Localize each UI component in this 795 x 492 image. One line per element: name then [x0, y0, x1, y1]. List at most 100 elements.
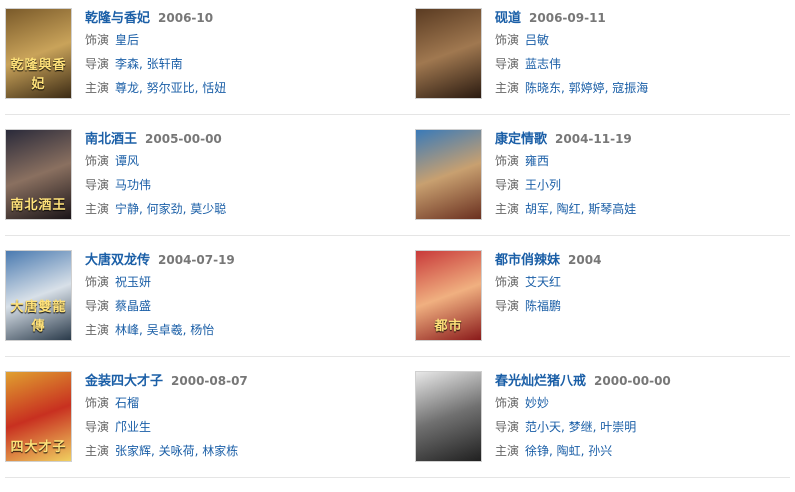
director-line: 导演 王小列: [495, 174, 795, 197]
role-label: 饰演: [495, 33, 520, 47]
title-line: 砚道 2006-09-11: [495, 8, 795, 28]
role-name-link[interactable]: 谭风: [115, 154, 139, 168]
role-line: 饰演 石榴: [85, 392, 385, 415]
poster-image[interactable]: [415, 129, 482, 220]
drama-title-link[interactable]: 南北酒王: [85, 132, 137, 147]
director-label: 导演: [495, 57, 520, 71]
drama-info: 都市俏辣妹 2004 饰演 艾天红 导演 陈福鹏: [495, 250, 795, 342]
drama-grid: 乾隆與香妃 乾隆与香妃 2006-10 饰演 皇后 导演 李森, 张轩南 主演 尊龙, …: [0, 0, 795, 482]
cast-line: 主演 宁静, 何家劲, 莫少聪: [85, 198, 385, 221]
release-date: 2004-11-19: [555, 132, 632, 146]
director-line: 导演 蓝志伟: [495, 53, 795, 76]
cast-label: 主演: [495, 81, 520, 95]
drama-title-link[interactable]: 康定情歌: [495, 132, 547, 147]
release-date: 2004: [568, 253, 602, 267]
drama-card: 乾隆與香妃 乾隆与香妃 2006-10 饰演 皇后 导演 李森, 张轩南 主演 尊龙, …: [5, 8, 385, 108]
drama-card: 大唐雙龍傳 大唐双龙传 2004-07-19 饰演 祝玉妍 导演 蔡晶盛 主演 林峰, …: [5, 250, 385, 350]
cast-links[interactable]: 胡军, 陶红, 斯琴高娃: [525, 202, 636, 216]
poster-image[interactable]: [415, 371, 482, 462]
director-line: 导演 蔡晶盛: [85, 295, 385, 318]
release-date: 2000-00-00: [594, 374, 671, 388]
poster-fill: [416, 372, 481, 461]
poster-image[interactable]: 四大才子: [5, 371, 72, 462]
director-links[interactable]: 蔡晶盛: [115, 299, 151, 313]
role-name-link[interactable]: 祝玉妍: [115, 275, 151, 289]
poster-title-art: 四大才子: [10, 440, 67, 455]
cast-line: 主演 林峰, 吴卓羲, 杨怡: [85, 319, 385, 342]
drama-info: 春光灿烂猪八戒 2000-00-00 饰演 妙妙 导演 范小天, 梦继, 叶崇明 主演…: [495, 371, 795, 463]
role-line: 饰演 艾天红: [495, 271, 795, 294]
drama-card: 都市 都市俏辣妹 2004 饰演 艾天红 导演 陈福鹏: [415, 250, 795, 350]
poster-image[interactable]: 乾隆與香妃: [5, 8, 72, 99]
release-date: 2006-09-11: [529, 11, 606, 25]
poster-image[interactable]: 南北酒王: [5, 129, 72, 220]
title-line: 大唐双龙传 2004-07-19: [85, 250, 385, 270]
director-links[interactable]: 陈福鹏: [525, 299, 561, 313]
drama-row: 南北酒王 南北酒王 2005-00-00 饰演 谭风 导演 马功伟 主演 宁静, 何家劲…: [0, 129, 795, 250]
director-line: 导演 马功伟: [85, 174, 385, 197]
drama-title-link[interactable]: 春光灿烂猪八戒: [495, 374, 586, 389]
row-divider: [5, 114, 790, 115]
role-label: 饰演: [495, 275, 520, 289]
cast-links[interactable]: 陈晓东, 郭婷婷, 寇振海: [525, 81, 648, 95]
poster-image[interactable]: [415, 8, 482, 99]
cast-line: 主演 张家辉, 关咏荷, 林家栋: [85, 440, 385, 463]
row-divider: [5, 477, 790, 478]
director-links[interactable]: 邝业生: [115, 420, 151, 434]
role-label: 饰演: [85, 396, 110, 410]
drama-title-link[interactable]: 砚道: [495, 11, 521, 26]
cast-links[interactable]: 宁静, 何家劲, 莫少聪: [115, 202, 226, 216]
poster-title-art: 南北酒王: [10, 198, 67, 213]
director-links[interactable]: 王小列: [525, 178, 561, 192]
role-line: 饰演 皇后: [85, 29, 385, 52]
role-line: 饰演 谭风: [85, 150, 385, 173]
role-name-link[interactable]: 雍西: [525, 154, 549, 168]
poster-image[interactable]: 都市: [415, 250, 482, 341]
role-name-link[interactable]: 石榴: [115, 396, 139, 410]
poster-title-art: 大唐雙龍傳: [10, 300, 67, 334]
drama-info: 砚道 2006-09-11 饰演 吕敏 导演 蓝志伟 主演 陈晓东, 郭婷婷, 寇振海: [495, 8, 795, 100]
cast-line: 主演 尊龙, 努尔亚比, 恬妞: [85, 77, 385, 100]
role-name-link[interactable]: 艾天红: [525, 275, 561, 289]
drama-row: 乾隆與香妃 乾隆与香妃 2006-10 饰演 皇后 导演 李森, 张轩南 主演 尊龙, …: [0, 8, 795, 129]
director-label: 导演: [85, 57, 110, 71]
drama-info: 康定情歌 2004-11-19 饰演 雍西 导演 王小列 主演 胡军, 陶红, 斯琴高娃: [495, 129, 795, 221]
director-links[interactable]: 范小天, 梦继, 叶崇明: [525, 420, 636, 434]
release-date: 2004-07-19: [158, 253, 235, 267]
director-links[interactable]: 李森, 张轩南: [115, 57, 183, 71]
director-label: 导演: [495, 420, 520, 434]
cast-label: 主演: [85, 202, 110, 216]
cast-links[interactable]: 张家辉, 关咏荷, 林家栋: [115, 444, 238, 458]
drama-title-link[interactable]: 都市俏辣妹: [495, 253, 560, 268]
row-divider: [5, 356, 790, 357]
drama-card: 康定情歌 2004-11-19 饰演 雍西 导演 王小列 主演 胡军, 陶红, 斯琴高娃: [415, 129, 795, 229]
cast-links[interactable]: 徐铮, 陶虹, 孙兴: [525, 444, 612, 458]
title-line: 春光灿烂猪八戒 2000-00-00: [495, 371, 795, 391]
role-label: 饰演: [495, 396, 520, 410]
director-links[interactable]: 蓝志伟: [525, 57, 561, 71]
cast-links[interactable]: 林峰, 吴卓羲, 杨怡: [115, 323, 214, 337]
poster-title-art: 都市: [434, 319, 463, 334]
drama-row: 大唐雙龍傳 大唐双龙传 2004-07-19 饰演 祝玉妍 导演 蔡晶盛 主演 林峰, …: [0, 250, 795, 371]
role-name-link[interactable]: 妙妙: [525, 396, 549, 410]
drama-title-link[interactable]: 乾隆与香妃: [85, 11, 150, 26]
drama-title-link[interactable]: 大唐双龙传: [85, 253, 150, 268]
role-name-link[interactable]: 吕敏: [525, 33, 549, 47]
cast-label: 主演: [495, 444, 520, 458]
cast-line: 主演 徐铮, 陶虹, 孙兴: [495, 440, 795, 463]
director-label: 导演: [495, 299, 520, 313]
role-label: 饰演: [85, 154, 110, 168]
director-label: 导演: [85, 299, 110, 313]
director-line: 导演 李森, 张轩南: [85, 53, 385, 76]
poster-image[interactable]: 大唐雙龍傳: [5, 250, 72, 341]
drama-card: 砚道 2006-09-11 饰演 吕敏 导演 蓝志伟 主演 陈晓东, 郭婷婷, 寇振海: [415, 8, 795, 108]
title-line: 金装四大才子 2000-08-07: [85, 371, 385, 391]
drama-title-link[interactable]: 金装四大才子: [85, 374, 163, 389]
director-links[interactable]: 马功伟: [115, 178, 151, 192]
role-name-link[interactable]: 皇后: [115, 33, 139, 47]
release-date: 2005-00-00: [145, 132, 222, 146]
cast-label: 主演: [495, 202, 520, 216]
cast-line: 主演 胡军, 陶红, 斯琴高娃: [495, 198, 795, 221]
drama-card: 四大才子 金装四大才子 2000-08-07 饰演 石榴 导演 邝业生 主演 张家辉, …: [5, 371, 385, 471]
cast-links[interactable]: 尊龙, 努尔亚比, 恬妞: [115, 81, 226, 95]
